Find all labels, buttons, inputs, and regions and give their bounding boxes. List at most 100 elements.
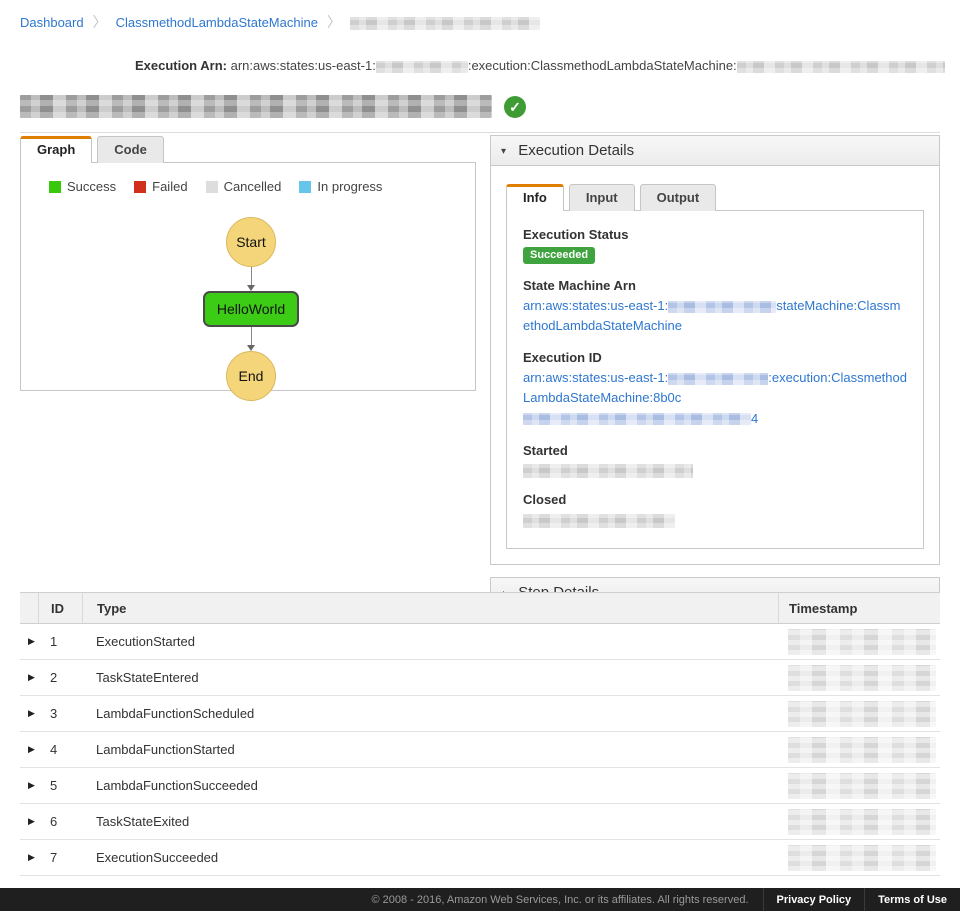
account-id-redacted <box>668 373 768 385</box>
graph-tabs: Graph Code <box>20 136 476 163</box>
execution-id-link[interactable]: arn:aws:states:us-east-1::execution:Clas… <box>523 368 907 428</box>
event-id: 3 <box>38 696 82 731</box>
timestamp-redacted <box>788 665 936 691</box>
event-type: LambdaFunctionStarted <box>82 732 778 767</box>
timestamp-redacted <box>788 737 936 763</box>
timestamp-redacted <box>788 809 936 835</box>
started-value <box>523 463 907 479</box>
event-id: 5 <box>38 768 82 803</box>
expand-column-header <box>20 593 38 623</box>
event-type: LambdaFunctionScheduled <box>82 696 778 731</box>
legend-label: Failed <box>152 179 187 194</box>
info-tab-content: Execution Status Succeeded State Machine… <box>506 210 924 549</box>
execution-arn-label: Execution Arn: <box>135 58 227 73</box>
breadcrumb: Dashboard 〉 ClassmethodLambdaStateMachine 〉 <box>0 0 960 32</box>
legend-item-success: Success <box>49 179 116 194</box>
event-id: 6 <box>38 804 82 839</box>
state-machine-graph: Start HelloWorld End <box>196 217 306 401</box>
table-row[interactable]: ▶ 1 ExecutionStarted <box>20 624 940 660</box>
graph-edge <box>247 267 255 291</box>
execution-id-redacted <box>523 413 751 425</box>
tab-output[interactable]: Output <box>640 184 717 211</box>
table-row[interactable]: ▶ 6 TaskStateExited <box>20 804 940 840</box>
tab-graph[interactable]: Graph <box>20 136 92 163</box>
page-title-redacted <box>20 95 492 118</box>
event-id: 1 <box>38 624 82 659</box>
status-badge: Succeeded <box>523 247 595 264</box>
legend-item-inprogress: In progress <box>299 179 382 194</box>
breadcrumb-link-statemachine[interactable]: ClassmethodLambdaStateMachine <box>116 15 318 30</box>
event-type: TaskStateEntered <box>82 660 778 695</box>
graph-node-start[interactable]: Start <box>226 217 276 267</box>
event-id: 2 <box>38 660 82 695</box>
closed-label: Closed <box>523 492 907 507</box>
started-redacted <box>523 464 693 478</box>
legend-item-cancelled: Cancelled <box>206 179 282 194</box>
tab-code[interactable]: Code <box>97 136 164 163</box>
tab-info[interactable]: Info <box>506 184 564 211</box>
state-machine-arn-label: State Machine Arn <box>523 278 907 293</box>
timestamp-column-header: Timestamp <box>778 593 940 623</box>
graph-section: Graph Code Success Failed Cancelled In p… <box>20 136 476 391</box>
event-type: ExecutionStarted <box>82 624 778 659</box>
table-header-row: ID Type Timestamp <box>20 592 940 624</box>
timestamp-redacted <box>788 701 936 727</box>
breadcrumb-execution-redacted <box>350 17 540 30</box>
execution-details-title: Execution Details <box>518 142 634 159</box>
cancelled-swatch-icon <box>206 181 218 193</box>
graph-node-helloworld[interactable]: HelloWorld <box>203 291 299 327</box>
legend-label: In progress <box>317 179 382 194</box>
execution-id-label: Execution ID <box>523 350 907 365</box>
event-type: LambdaFunctionSucceeded <box>82 768 778 803</box>
expand-row-icon[interactable]: ▶ <box>20 780 35 791</box>
execution-details-section: ▾ Execution Details Info Input Output Ex… <box>490 135 940 608</box>
closed-value <box>523 512 907 528</box>
footer: © 2008 - 2016, Amazon Web Services, Inc.… <box>0 888 960 911</box>
state-machine-arn-link[interactable]: arn:aws:states:us-east-1:stateMachine:Cl… <box>523 296 907 336</box>
execution-arn-middle: :execution:ClassmethodLambdaStateMachine… <box>468 58 737 73</box>
privacy-policy-link[interactable]: Privacy Policy <box>763 888 865 911</box>
table-row[interactable]: ▶ 3 LambdaFunctionScheduled <box>20 696 940 732</box>
expand-row-icon[interactable]: ▶ <box>20 672 35 683</box>
timestamp-redacted <box>788 629 936 655</box>
account-id-redacted <box>376 61 468 73</box>
divider <box>20 132 940 133</box>
event-id: 4 <box>38 732 82 767</box>
execution-arn-line: Execution Arn: arn:aws:states:us-east-1:… <box>135 58 960 73</box>
details-tabs: Info Input Output <box>506 184 924 211</box>
failed-swatch-icon <box>134 181 146 193</box>
type-column-header: Type <box>82 593 778 623</box>
event-type: TaskStateExited <box>82 804 778 839</box>
expand-row-icon[interactable]: ▶ <box>20 708 35 719</box>
execution-status-label: Execution Status <box>523 227 907 242</box>
legend-label: Cancelled <box>224 179 282 194</box>
legend-label: Success <box>67 179 116 194</box>
collapse-triangle-icon: ▾ <box>501 146 506 157</box>
legend-item-failed: Failed <box>134 179 187 194</box>
id-column-header: ID <box>38 593 82 623</box>
expand-row-icon[interactable]: ▶ <box>20 816 35 827</box>
timestamp-redacted <box>788 773 936 799</box>
expand-row-icon[interactable]: ▶ <box>20 744 35 755</box>
closed-redacted <box>523 514 675 528</box>
table-row[interactable]: ▶ 4 LambdaFunctionStarted <box>20 732 940 768</box>
graph-edge <box>247 327 255 351</box>
tab-input[interactable]: Input <box>569 184 635 211</box>
execution-arn-prefix: arn:aws:states:us-east-1: <box>231 58 376 73</box>
success-check-icon: ✓ <box>504 96 526 118</box>
table-row[interactable]: ▶ 2 TaskStateEntered <box>20 660 940 696</box>
execution-details-header[interactable]: ▾ Execution Details <box>490 135 940 166</box>
table-row[interactable]: ▶ 7 ExecutionSucceeded <box>20 840 940 876</box>
breadcrumb-separator: 〉 <box>327 14 341 30</box>
inprogress-swatch-icon <box>299 181 311 193</box>
expand-row-icon[interactable]: ▶ <box>20 636 35 647</box>
started-label: Started <box>523 443 907 458</box>
terms-of-use-link[interactable]: Terms of Use <box>864 888 960 911</box>
expand-row-icon[interactable]: ▶ <box>20 852 35 863</box>
graph-legend: Success Failed Cancelled In progress <box>49 179 475 194</box>
table-row[interactable]: ▶ 5 LambdaFunctionSucceeded <box>20 768 940 804</box>
event-type: ExecutionSucceeded <box>82 840 778 875</box>
breadcrumb-link-dashboard[interactable]: Dashboard <box>20 15 84 30</box>
breadcrumb-separator: 〉 <box>93 14 107 30</box>
graph-node-end[interactable]: End <box>226 351 276 401</box>
